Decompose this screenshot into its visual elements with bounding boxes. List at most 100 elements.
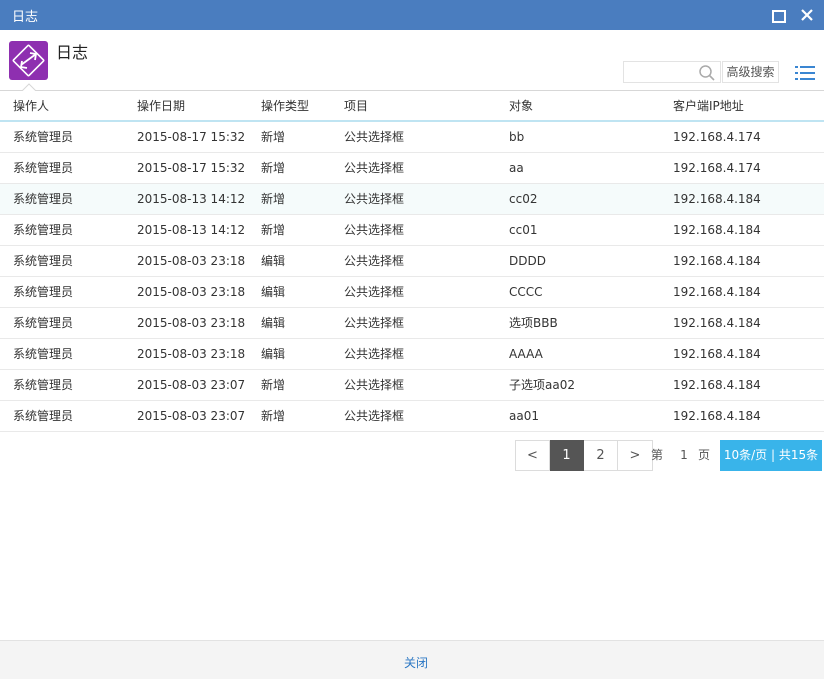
table-row[interactable]: 系统管理员 2015-08-13 14:12 新增 公共选择框 cc01 192…	[0, 215, 824, 246]
cell-object: 子选项aa02	[509, 378, 575, 392]
cell-operator: 系统管理员	[13, 378, 74, 392]
cell-operator: 系统管理员	[13, 254, 74, 268]
column-header-type[interactable]: 操作类型	[261, 91, 309, 121]
cell-type: 新增	[261, 161, 286, 175]
table-row[interactable]: 系统管理员 2015-08-03 23:18 编辑 公共选择框 选项BBB 19…	[0, 308, 824, 339]
cell-type: 编辑	[261, 285, 286, 299]
cell-ip: 192.168.4.184	[673, 192, 761, 206]
cell-project: 公共选择框	[344, 316, 405, 330]
dialog-footer: 关闭	[0, 640, 824, 679]
page-button-2[interactable]: 2	[584, 440, 618, 471]
cell-object: aa	[509, 161, 524, 175]
cell-ip: 192.168.4.184	[673, 285, 761, 299]
cell-date: 2015-08-13 14:12	[137, 223, 246, 237]
page-size-info[interactable]: 10条/页 | 共15条	[720, 440, 822, 471]
cell-date: 2015-08-13 14:12	[137, 192, 246, 206]
cell-object: CCCC	[509, 285, 543, 299]
cell-object: bb	[509, 130, 525, 144]
advanced-search-button[interactable]: 高级搜索	[722, 61, 779, 83]
cell-date: 2015-08-17 15:32	[137, 130, 246, 144]
table-header: 操作人 操作日期 操作类型 项目 对象 客户端IP地址	[0, 91, 824, 122]
cell-project: 公共选择框	[344, 378, 405, 392]
window-title: 日志	[12, 10, 39, 25]
cell-ip: 192.168.4.184	[673, 223, 761, 237]
cell-object: AAAA	[509, 347, 543, 361]
table-row[interactable]: 系统管理员 2015-08-13 14:12 新增 公共选择框 cc02 192…	[0, 184, 824, 215]
search-icon[interactable]	[698, 64, 716, 82]
page-button-1[interactable]: 1	[550, 440, 584, 471]
cell-operator: 系统管理员	[13, 161, 74, 175]
column-header-object[interactable]: 对象	[509, 91, 533, 121]
column-header-ip[interactable]: 客户端IP地址	[673, 91, 744, 121]
cell-type: 编辑	[261, 254, 286, 268]
cell-date: 2015-08-03 23:07	[137, 409, 246, 423]
cell-operator: 系统管理员	[13, 409, 74, 423]
cell-operator: 系统管理员	[13, 223, 74, 237]
goto-suffix-label: 页	[698, 448, 711, 462]
table-row[interactable]: 系统管理员 2015-08-03 23:18 编辑 公共选择框 AAAA 192…	[0, 339, 824, 370]
table-row[interactable]: 系统管理员 2015-08-03 23:07 新增 公共选择框 子选项aa02 …	[0, 370, 824, 401]
cell-object: DDDD	[509, 254, 546, 268]
cell-ip: 192.168.4.184	[673, 254, 761, 268]
next-page-button[interactable]: >	[618, 440, 653, 471]
cell-object: 选项BBB	[509, 316, 558, 330]
cell-date: 2015-08-17 15:32	[137, 161, 246, 175]
cell-project: 公共选择框	[344, 130, 405, 144]
cell-type: 新增	[261, 409, 286, 423]
log-table: 操作人 操作日期 操作类型 项目 对象 客户端IP地址 系统管理员 2015-0…	[0, 91, 824, 432]
goto-prefix-label: 第	[651, 448, 664, 462]
close-icon[interactable]	[799, 7, 815, 23]
cell-date: 2015-08-03 23:07	[137, 378, 246, 392]
table-row[interactable]: 系统管理员 2015-08-03 23:18 编辑 公共选择框 CCCC 192…	[0, 277, 824, 308]
cell-date: 2015-08-03 23:18	[137, 285, 246, 299]
cell-ip: 192.168.4.184	[673, 347, 761, 361]
table-row[interactable]: 系统管理员 2015-08-17 15:32 新增 公共选择框 aa 192.1…	[0, 153, 824, 184]
sync-logo-icon	[9, 41, 48, 80]
cell-type: 新增	[261, 378, 286, 392]
cell-operator: 系统管理员	[13, 130, 74, 144]
page-header: 日志 高级搜索	[0, 30, 824, 91]
cell-date: 2015-08-03 23:18	[137, 347, 246, 361]
cell-type: 编辑	[261, 347, 286, 361]
cell-project: 公共选择框	[344, 161, 405, 175]
cell-project: 公共选择框	[344, 254, 405, 268]
cell-project: 公共选择框	[344, 347, 405, 361]
close-button[interactable]: 关闭	[404, 654, 428, 671]
cell-ip: 192.168.4.174	[673, 161, 761, 175]
cell-type: 新增	[261, 192, 286, 206]
cell-type: 新增	[261, 130, 286, 144]
pagination: < 1 2 > 第 1 页 10条/页 | 共15条	[515, 440, 822, 471]
cell-type: 新增	[261, 223, 286, 237]
cell-object: aa01	[509, 409, 539, 423]
table-row[interactable]: 系统管理员 2015-08-17 15:32 新增 公共选择框 bb 192.1…	[0, 122, 824, 153]
page-title: 日志	[56, 43, 89, 62]
window-titlebar: 日志	[0, 0, 824, 30]
cell-operator: 系统管理员	[13, 347, 74, 361]
cell-project: 公共选择框	[344, 409, 405, 423]
cell-project: 公共选择框	[344, 192, 405, 206]
cell-ip: 192.168.4.184	[673, 378, 761, 392]
cell-date: 2015-08-03 23:18	[137, 254, 246, 268]
column-header-operator[interactable]: 操作人	[13, 91, 49, 121]
list-view-icon[interactable]	[795, 65, 815, 81]
cell-ip: 192.168.4.174	[673, 130, 761, 144]
cell-type: 编辑	[261, 316, 286, 330]
cell-project: 公共选择框	[344, 223, 405, 237]
cell-operator: 系统管理员	[13, 192, 74, 206]
cell-project: 公共选择框	[344, 285, 405, 299]
cell-object: cc01	[509, 223, 538, 237]
cell-ip: 192.168.4.184	[673, 409, 761, 423]
goto-page-input[interactable]: 1	[673, 440, 695, 471]
cell-object: cc02	[509, 192, 538, 206]
column-header-project[interactable]: 项目	[344, 91, 368, 121]
table-row[interactable]: 系统管理员 2015-08-03 23:07 新增 公共选择框 aa01 192…	[0, 401, 824, 432]
prev-page-button[interactable]: <	[515, 440, 550, 471]
table-row[interactable]: 系统管理员 2015-08-03 23:18 编辑 公共选择框 DDDD 192…	[0, 246, 824, 277]
cell-ip: 192.168.4.184	[673, 316, 761, 330]
column-header-date[interactable]: 操作日期	[137, 91, 185, 121]
maximize-icon[interactable]	[770, 7, 786, 23]
cell-date: 2015-08-03 23:18	[137, 316, 246, 330]
cell-operator: 系统管理员	[13, 316, 74, 330]
cell-operator: 系统管理员	[13, 285, 74, 299]
tab-indicator-caret	[22, 83, 36, 91]
